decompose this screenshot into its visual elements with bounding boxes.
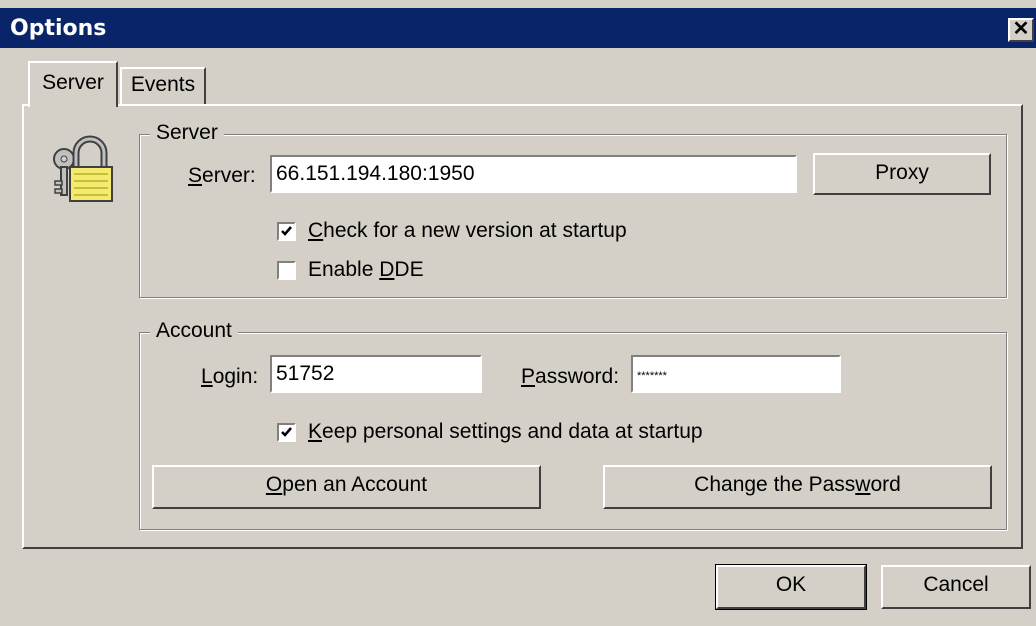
options-dialog: Options ✕ Server Events Server Server: 6… (0, 0, 1036, 626)
tab-server-label: Server (42, 71, 104, 94)
login-label: Login: (201, 365, 259, 388)
keep-settings[interactable]: Keep personal settings and data at start… (277, 420, 703, 444)
server-label: Server: (188, 164, 256, 187)
tab-events-label: Events (130, 73, 196, 96)
server-group-legend: Server (150, 121, 224, 145)
enable-dde[interactable]: Enable DDE (277, 258, 424, 282)
check-new-version[interactable]: Check for a new version at startup (277, 219, 627, 243)
close-button[interactable]: ✕ (1008, 18, 1034, 42)
enable-dde-checkbox[interactable] (277, 260, 296, 280)
enable-dde-label: Enable DDE (308, 258, 424, 281)
password-label: Password: (521, 365, 620, 388)
server-field[interactable] (270, 155, 797, 193)
login-field[interactable] (270, 355, 482, 393)
close-icon: ✕ (1012, 18, 1030, 40)
title-bar[interactable]: Options ✕ (0, 8, 1036, 48)
checkmark-icon (281, 426, 292, 437)
tab-server[interactable]: Server (28, 61, 118, 107)
change-password-button[interactable]: Change the Password (603, 465, 992, 509)
checkmark-icon (281, 225, 292, 236)
ok-button[interactable]: OK (715, 564, 867, 610)
password-field[interactable] (631, 355, 841, 393)
proxy-button[interactable]: Proxy (813, 153, 991, 195)
lock-keys-icon (48, 133, 116, 205)
check-new-version-checkbox[interactable] (277, 221, 296, 241)
keep-settings-label: Keep personal settings and data at start… (308, 420, 703, 443)
check-new-version-label: Check for a new version at startup (308, 219, 627, 242)
open-account-button[interactable]: Open an Account (152, 465, 541, 509)
keep-settings-checkbox[interactable] (277, 422, 296, 442)
tab-events[interactable]: Events (120, 67, 206, 105)
account-group-legend: Account (150, 319, 238, 343)
cancel-button[interactable]: Cancel (881, 565, 1031, 609)
window-title: Options (10, 16, 107, 41)
